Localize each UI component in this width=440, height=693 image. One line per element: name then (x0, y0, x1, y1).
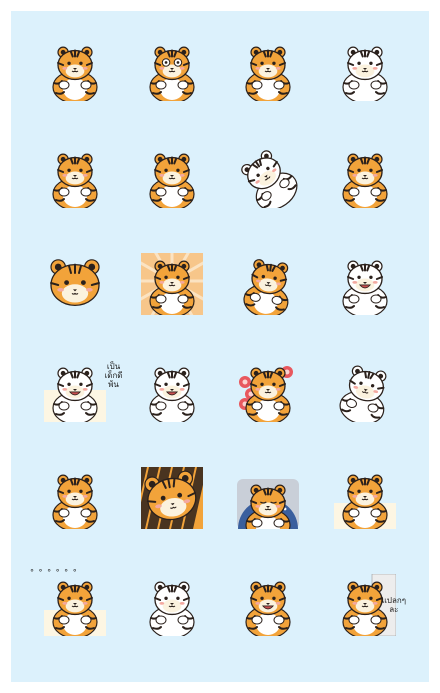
tiger-smile-icon (245, 581, 291, 636)
sticker-item[interactable] (225, 467, 312, 564)
sticker-item[interactable] (322, 253, 409, 350)
tiger-desk-icon (333, 474, 396, 529)
tiger-dots-icon (44, 581, 107, 636)
tiger-writing-icon (44, 367, 107, 422)
tiger-rolling-icon (241, 150, 298, 208)
tiger-sitting-icon (52, 474, 98, 529)
sticker-item[interactable] (225, 574, 312, 671)
sticker-pack-page: เป็น เด็กดี พ้น ° ° ° ° ° ° แปลกๆ ละ (11, 11, 429, 682)
tiger-shocked-icon (149, 46, 195, 101)
sticker-grid: เป็น เด็กดี พ้น ° ° ° ° ° ° แปลกๆ ละ (30, 39, 409, 671)
sticker-item[interactable] (32, 146, 119, 243)
sticker-item[interactable] (129, 574, 216, 671)
tiger-bite-icon (149, 581, 195, 636)
sticker-item[interactable] (129, 146, 216, 243)
white-tiger-wave-icon (342, 46, 388, 101)
sticker-item[interactable] (225, 253, 312, 350)
sticker-item[interactable] (322, 39, 409, 136)
sticker-item[interactable]: แปลกๆ ละ (322, 574, 409, 671)
sticker-item[interactable] (322, 146, 409, 243)
sticker-item[interactable] (129, 360, 216, 457)
white-tiger-grin-icon (149, 367, 195, 422)
tiger-standing-icon (149, 153, 195, 208)
tiger-sunburst-icon (140, 253, 203, 315)
tiger-sleeping-icon (237, 479, 300, 529)
sticker-item[interactable] (129, 253, 216, 350)
sticker-item[interactable] (129, 39, 216, 136)
tiger-jumping-icon (243, 259, 289, 315)
tiger-lying-stripes-icon (245, 46, 291, 101)
sticker-caption: เป็น เด็กดี พ้น (104, 362, 123, 389)
sticker-item[interactable]: เป็น เด็กดี พ้น (32, 360, 123, 457)
sticker-item[interactable] (32, 253, 119, 350)
tiger-closeup-icon (140, 467, 203, 529)
sticker-item[interactable] (225, 39, 312, 136)
sticker-item[interactable] (322, 467, 409, 564)
sticker-item[interactable] (322, 360, 409, 457)
tiger-sign-icon (342, 574, 396, 636)
sticker-item[interactable] (32, 39, 119, 136)
tiger-pointing-icon (342, 153, 388, 208)
tiger-peek-icon (50, 259, 101, 307)
sticker-item[interactable] (32, 467, 119, 564)
tiger-lying-side-icon (52, 153, 98, 208)
white-tiger-dance-icon (339, 365, 387, 422)
sticker-item[interactable] (225, 360, 312, 457)
sticker-item[interactable] (129, 467, 216, 564)
sticker-item[interactable] (225, 146, 312, 243)
tiger-hug-icon (52, 46, 98, 101)
sticker-item[interactable]: ° ° ° ° ° ° (30, 568, 119, 671)
white-tiger-cheer-icon (342, 260, 388, 315)
tiger-flowers-icon (239, 366, 294, 422)
